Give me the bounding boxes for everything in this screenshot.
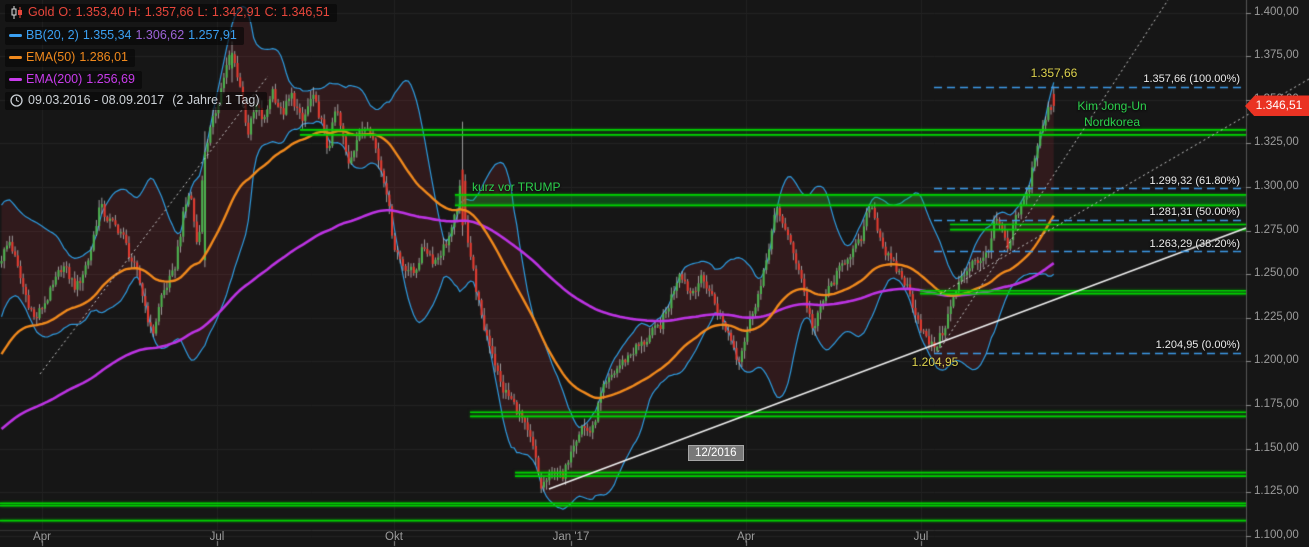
ema200-color-swatch-icon [9, 78, 22, 81]
close-label: C: [265, 5, 278, 20]
ema50-value: 1.286,01 [79, 50, 128, 65]
bb-lower-value: 1.257,91 [188, 28, 237, 43]
x-axis-label: Jul [187, 531, 247, 543]
north-korea-note-line2: Nordkorea [1077, 114, 1146, 130]
legend-daterange-row[interactable]: 09.03.2016 - 08.09.2017 (2 Jahre, 1 Tag) [5, 92, 337, 111]
north-korea-note-line1: Kim Jong-Un [1077, 98, 1146, 114]
x-axis-label: Okt [364, 531, 424, 543]
trump-note[interactable]: kurz vor TRUMP [472, 180, 560, 194]
x-axis-label: Apr [716, 531, 776, 543]
legend-bb-row[interactable]: BB(20, 2) 1.355,34 1.306,62 1.257,91 [5, 26, 337, 45]
date-flag-label[interactable]: 12/2016 [688, 445, 744, 461]
swing-high-label[interactable]: 1.357,66 [1031, 66, 1078, 80]
symbol-name: Gold [28, 5, 54, 20]
y-axis-label: 1.150,00 [1254, 442, 1299, 454]
legend: Gold O: 1.353,40 H: 1.357,66 L: 1.342,91… [5, 4, 337, 114]
y-axis-label: 1.325,00 [1254, 136, 1299, 148]
legend-ema200-row[interactable]: EMA(200) 1.256,69 [5, 70, 337, 89]
y-axis-label: 1.300,00 [1254, 180, 1299, 192]
x-axis-label: Jan '17 [541, 531, 601, 543]
y-axis-label: 1.375,00 [1254, 49, 1299, 61]
close-value: 1.346,51 [281, 5, 330, 20]
high-value: 1.357,66 [145, 5, 194, 20]
fib-level-label[interactable]: 1.299,32 (61.80%) [1000, 175, 1240, 187]
ema200-label: EMA(200) [26, 72, 82, 87]
low-value: 1.342,91 [212, 5, 261, 20]
legend-ohlc-row[interactable]: Gold O: 1.353,40 H: 1.357,66 L: 1.342,91… [5, 4, 337, 23]
high-label: H: [128, 5, 141, 20]
x-axis-label: Apr [12, 531, 72, 543]
ema50-label: EMA(50) [26, 50, 75, 65]
north-korea-note[interactable]: Kim Jong-Un Nordkorea [1077, 98, 1146, 130]
chart-window: Gold O: 1.353,40 H: 1.357,66 L: 1.342,91… [0, 0, 1309, 547]
open-value: 1.353,40 [76, 5, 125, 20]
bb-middle-value: 1.306,62 [135, 28, 184, 43]
y-axis-label: 1.100,00 [1254, 529, 1299, 541]
fib-level-label[interactable]: 1.263,29 (38.20%) [1000, 238, 1240, 250]
y-axis-label: 1.125,00 [1254, 485, 1299, 497]
y-axis-label: 1.400,00 [1254, 6, 1299, 18]
y-axis-label: 1.200,00 [1254, 354, 1299, 366]
bb-upper-value: 1.355,34 [83, 28, 132, 43]
swing-low-label[interactable]: 1.204,95 [912, 355, 959, 369]
ema200-value: 1.256,69 [86, 72, 135, 87]
y-axis-label: 1.250,00 [1254, 267, 1299, 279]
bb-label: BB(20, 2) [26, 28, 79, 43]
x-axis-label: Jul [891, 531, 951, 543]
y-axis-label: 1.275,00 [1254, 224, 1299, 236]
last-price-tag: 1.346,51 [1245, 95, 1309, 116]
y-axis-label: 1.175,00 [1254, 398, 1299, 410]
low-label: L: [197, 5, 207, 20]
clock-icon [9, 94, 24, 107]
legend-ema50-row[interactable]: EMA(50) 1.286,01 [5, 48, 337, 67]
open-label: O: [58, 5, 71, 20]
bb-color-swatch-icon [9, 34, 22, 37]
date-range: 09.03.2016 - 08.09.2017 [28, 93, 164, 108]
fib-level-label[interactable]: 1.281,31 (50.00%) [1000, 206, 1240, 218]
ema50-color-swatch-icon [9, 56, 22, 59]
y-axis-label: 1.225,00 [1254, 311, 1299, 323]
candlestick-icon [9, 6, 24, 19]
fib-level-label[interactable]: 1.204,95 (0.00%) [1000, 339, 1240, 351]
date-range-note: (2 Jahre, 1 Tag) [172, 93, 259, 108]
